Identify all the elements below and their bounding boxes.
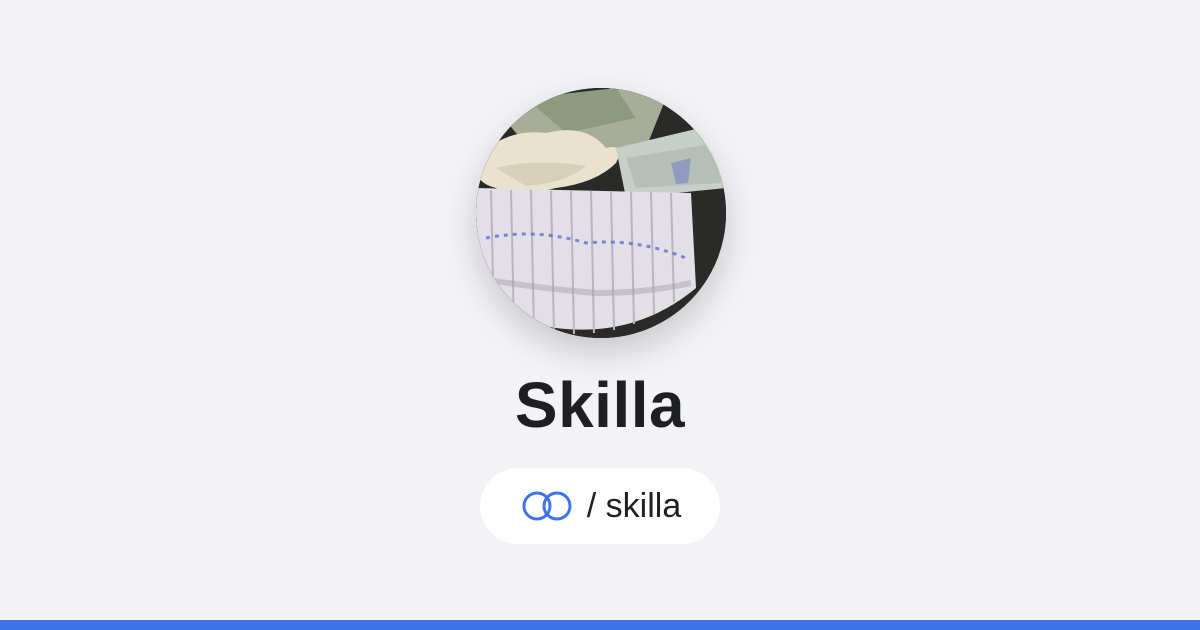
accent-bar: [0, 620, 1200, 630]
profile-handle-link[interactable]: / skilla: [480, 468, 720, 544]
profile-name: Skilla: [514, 369, 686, 441]
avatar: [476, 88, 726, 338]
profile-handle: / skilla: [586, 487, 682, 525]
avatar-photo: [476, 88, 726, 338]
linked-rings-icon: [522, 491, 572, 521]
